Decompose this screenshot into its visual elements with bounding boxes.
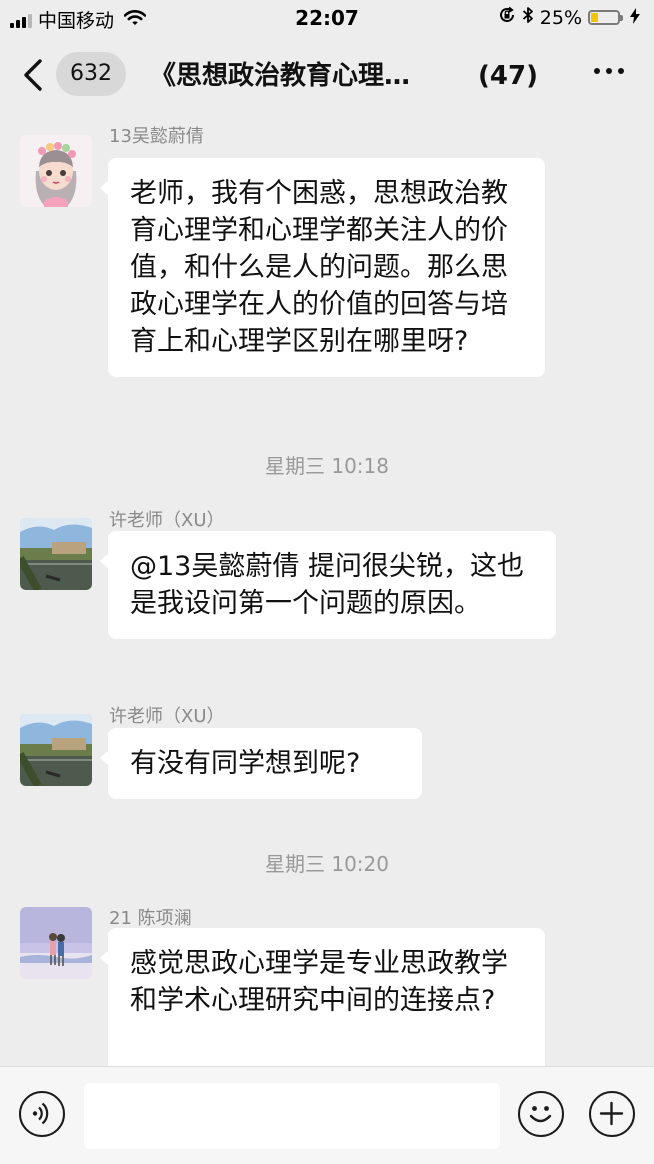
message-bubble[interactable]: 老师，我有个困惑，思想政治教育心理学和心理学都关注人的价值，和什么是人的问题。那…	[100, 158, 545, 377]
avatar-river-image	[20, 714, 92, 786]
timestamp: 星期三 10:18	[265, 454, 389, 478]
more-dot	[618, 68, 624, 74]
back-button[interactable]	[20, 58, 50, 92]
voice-icon	[32, 1102, 49, 1125]
unread-count-badge[interactable]: 632	[56, 52, 126, 96]
plus-icon	[599, 1101, 624, 1126]
more-input-button[interactable]	[589, 1091, 635, 1137]
message-text: 有没有同学想到呢?	[130, 748, 361, 779]
emoji-icon	[529, 1106, 552, 1123]
sender-name: 许老师（XU）	[109, 510, 225, 531]
sender-name: 许老师（XU）	[109, 706, 225, 727]
sender-name: 21 陈项澜	[109, 908, 192, 929]
sender-name: 13吴懿蔚倩	[109, 126, 204, 147]
message-list[interactable]: 13吴懿蔚倩 老师，我有个困惑，思想政治教育心理学和心理学都关注人的价值，和什么…	[0, 110, 654, 1066]
message-bubble[interactable]: 感觉思政心理学是专业思政教学和学术心理研究中间的连接点?	[100, 928, 545, 1066]
avatar[interactable]	[20, 714, 92, 786]
avatar-river-image	[20, 518, 92, 590]
avatar-girl-image	[20, 135, 92, 207]
avatar[interactable]	[20, 518, 92, 590]
avatar-couple-image	[20, 907, 92, 979]
chat-header: 632 《思想政治教育心理… (47)	[0, 38, 654, 110]
chevron-left-icon	[24, 59, 42, 91]
message-text: 感觉思政心理学是专业思政教学和学术心理研究中间的连接点?	[130, 948, 508, 1016]
status-bar: 中国移动 22:07 25%	[0, 0, 654, 38]
voice-button[interactable]	[19, 1091, 65, 1137]
battery-icon	[588, 10, 623, 25]
lock-rotation-icon	[498, 6, 516, 29]
avatar[interactable]	[20, 907, 92, 979]
more-dot	[606, 68, 612, 74]
emoji-button[interactable]	[518, 1091, 564, 1137]
message-bubble[interactable]: @13吴懿蔚倩 提问很尖锐，这也是我设问第一个问题的原因。	[100, 531, 556, 639]
status-right: 25%	[498, 6, 640, 29]
chat-title: 《思想政治教育心理…	[150, 61, 411, 91]
timestamp: 星期三 10:20	[265, 852, 389, 876]
input-bar	[0, 1066, 654, 1164]
member-count: (47)	[478, 61, 538, 91]
battery-percent: 25%	[539, 6, 582, 29]
message-input[interactable]	[84, 1083, 500, 1149]
more-options-button[interactable]	[594, 68, 624, 74]
bluetooth-icon	[522, 6, 534, 29]
message-bubble[interactable]: 有没有同学想到呢?	[100, 728, 422, 799]
more-dot	[594, 68, 600, 74]
battery-fill	[591, 13, 598, 22]
avatar[interactable]	[20, 135, 92, 207]
message-text: 老师，我有个困惑，思想政治教育心理学和心理学都关注人的价值，和什么是人的问题。那…	[130, 178, 508, 357]
message-text: @13吴懿蔚倩 提问很尖锐，这也是我设问第一个问题的原因。	[130, 551, 524, 619]
charging-icon	[630, 7, 640, 29]
